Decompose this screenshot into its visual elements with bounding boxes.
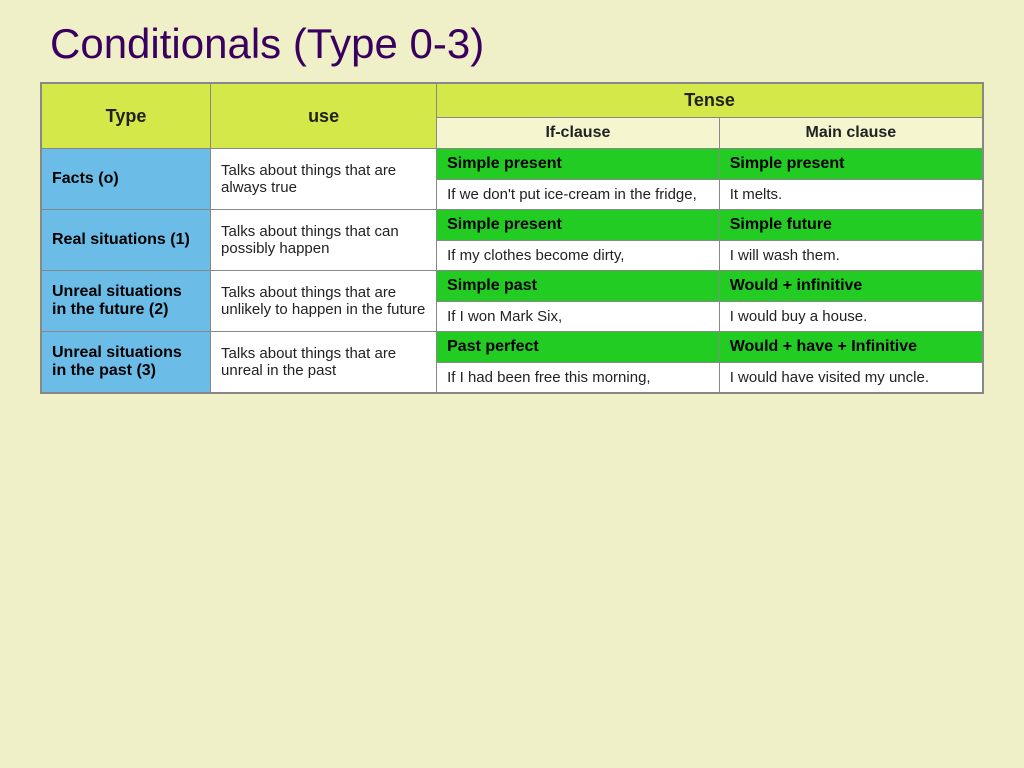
use-unreal-past: Talks about things that are unreal in th… [211,332,437,394]
tense-if-unreal-future: Simple past [437,271,720,302]
type-facts: Facts (o) [41,149,211,210]
col-header-tense: Tense [437,83,983,118]
subheader-main-clause: Main clause [719,118,983,149]
tense-if-real: Simple present [437,210,720,241]
example-if-unreal-past: If I had been free this morning, [437,363,720,394]
use-unreal-future: Talks about things that are unlikely to … [211,271,437,332]
page-title: Conditionals (Type 0-3) [50,10,484,82]
example-if-unreal-future: If I won Mark Six, [437,302,720,332]
tense-main-real: Simple future [719,210,983,241]
use-facts: Talks about things that are always true [211,149,437,210]
conditionals-table: Type use Tense If-clause Main clause Fac… [40,82,984,394]
tense-main-unreal-past: Would + have + Infinitive [719,332,983,363]
type-unreal-past: Unreal situations in the past (3) [41,332,211,394]
example-main-real: I will wash them. [719,241,983,271]
col-header-use: use [211,83,437,149]
example-main-facts: It melts. [719,180,983,210]
type-unreal-future: Unreal situations in the future (2) [41,271,211,332]
tense-if-facts: Simple present [437,149,720,180]
example-if-real: If my clothes become dirty, [437,241,720,271]
example-if-facts: If we don't put ice-cream in the fridge, [437,180,720,210]
tense-main-facts: Simple present [719,149,983,180]
tense-if-unreal-past: Past perfect [437,332,720,363]
col-header-type: Type [41,83,211,149]
tense-main-unreal-future: Would + infinitive [719,271,983,302]
example-main-unreal-past: I would have visited my uncle. [719,363,983,394]
type-real: Real situations (1) [41,210,211,271]
use-real: Talks about things that can possibly hap… [211,210,437,271]
subheader-if-clause: If-clause [437,118,720,149]
example-main-unreal-future: I would buy a house. [719,302,983,332]
